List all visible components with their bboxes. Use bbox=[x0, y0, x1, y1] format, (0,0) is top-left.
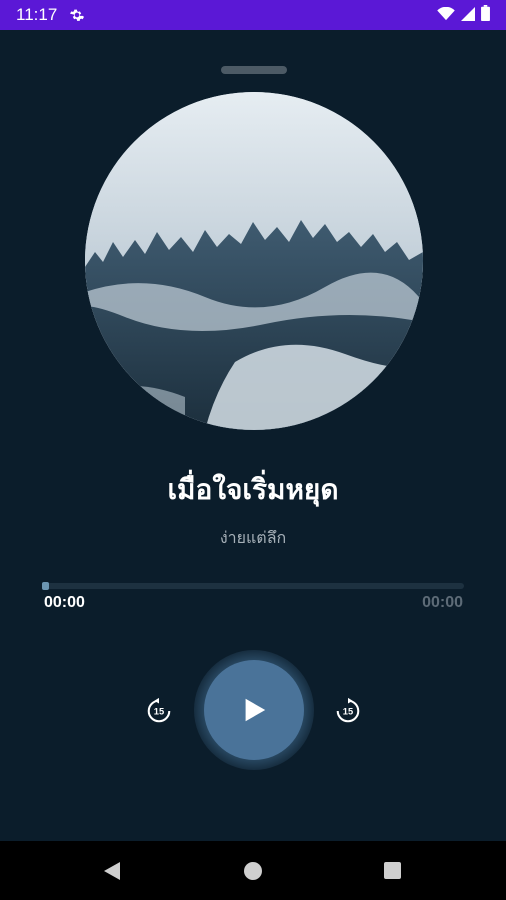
status-time: 11:17 bbox=[16, 5, 58, 24]
forward-icon: 15 bbox=[336, 697, 360, 723]
battery-icon bbox=[481, 5, 490, 25]
recents-icon[interactable] bbox=[384, 862, 401, 879]
track-artist: ง่ายแต่ลึก bbox=[219, 528, 287, 547]
rewind-15-button[interactable]: 15 bbox=[144, 696, 174, 726]
forward-seconds-label: 15 bbox=[343, 707, 353, 717]
rewind-icon: 15 bbox=[147, 697, 171, 723]
album-artwork bbox=[85, 92, 423, 430]
navigation-bar bbox=[0, 841, 506, 900]
settings-gear-icon bbox=[69, 7, 85, 23]
rewind-seconds-label: 15 bbox=[154, 707, 164, 717]
wifi-icon bbox=[437, 6, 455, 25]
elapsed-time: 00:00 bbox=[44, 594, 85, 611]
forward-15-button[interactable]: 15 bbox=[333, 696, 363, 726]
track-title: เมื่อใจเริ่มหยุด bbox=[167, 473, 339, 506]
back-icon[interactable] bbox=[102, 861, 122, 881]
play-icon bbox=[245, 698, 266, 722]
drag-handle[interactable] bbox=[221, 66, 287, 74]
home-icon[interactable] bbox=[244, 862, 262, 880]
progress-thumb[interactable] bbox=[42, 582, 49, 590]
play-button[interactable] bbox=[204, 660, 304, 760]
progress-slider[interactable] bbox=[42, 582, 464, 590]
signal-icon bbox=[461, 6, 475, 25]
player-sheet: เมื่อใจเริ่มหยุด ง่ายแต่ลึก 00:00 00:00 … bbox=[0, 30, 506, 841]
total-time: 00:00 bbox=[422, 594, 463, 611]
status-bar: 11:17 bbox=[0, 0, 506, 30]
